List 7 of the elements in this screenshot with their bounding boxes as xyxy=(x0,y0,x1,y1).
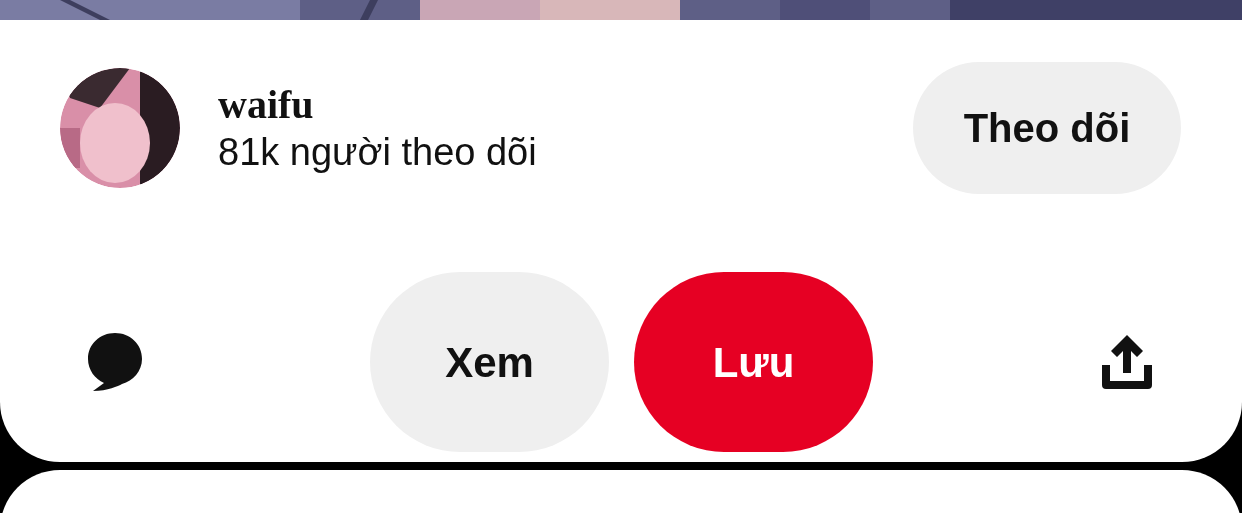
follow-button[interactable]: Theo dõi xyxy=(913,62,1181,194)
comment-icon[interactable] xyxy=(88,333,142,391)
follower-count: 81k người theo dõi xyxy=(218,130,537,175)
creator-name: waifu xyxy=(218,81,315,129)
action-button[interactable]: Xem xyxy=(370,272,609,452)
action-button[interactable]: Lưu xyxy=(634,272,873,452)
share-icon[interactable] xyxy=(1102,335,1152,389)
